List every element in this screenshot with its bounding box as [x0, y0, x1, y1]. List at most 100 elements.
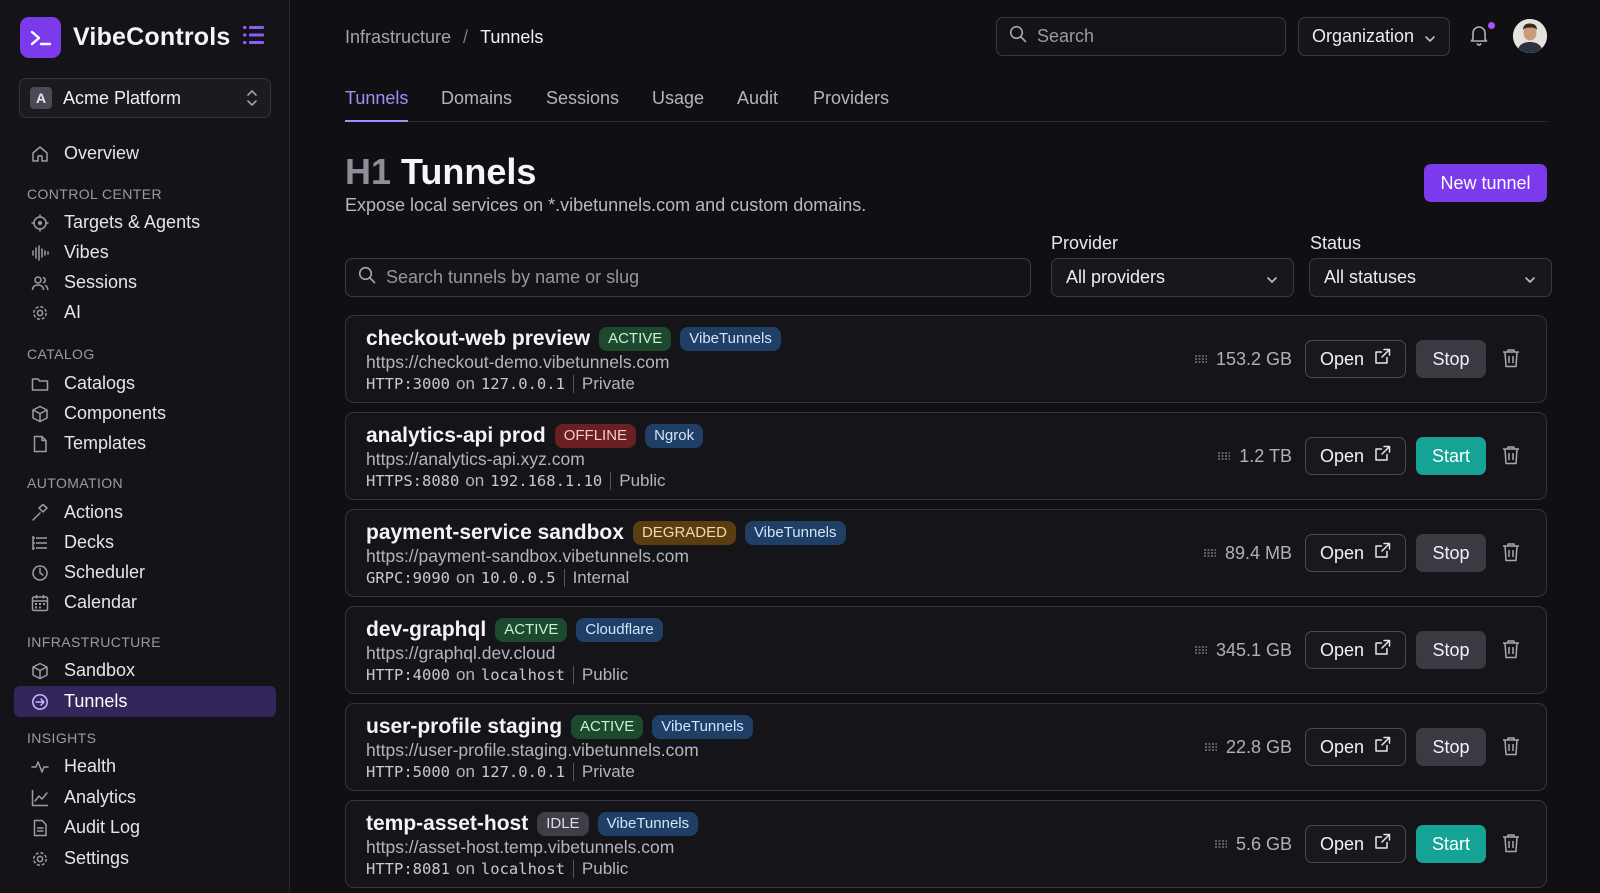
tunnel-url[interactable]: https://payment-sandbox.vibetunnels.com — [366, 546, 689, 567]
start-button[interactable]: Start — [1416, 437, 1486, 475]
target-icon — [30, 213, 50, 233]
stop-button[interactable]: Stop — [1416, 340, 1486, 378]
tab-domains[interactable]: Domains — [441, 88, 512, 122]
tunnel-usage: 22.8 GB — [1204, 737, 1292, 758]
sidebar-item-templates[interactable]: Templates — [14, 428, 276, 459]
tunnel-url[interactable]: https://analytics-api.xyz.com — [366, 449, 585, 470]
sidebar-item-scheduler[interactable]: Scheduler — [14, 557, 276, 588]
tunnel-visibility: Internal — [572, 568, 630, 587]
trash-icon[interactable] — [1502, 348, 1520, 373]
global-search[interactable] — [996, 17, 1286, 56]
tab-sessions[interactable]: Sessions — [546, 88, 619, 122]
external-link-icon — [1374, 833, 1391, 855]
sidebar-item-calendar[interactable]: Calendar — [14, 587, 276, 618]
trash-icon[interactable] — [1502, 736, 1520, 761]
gear-icon — [30, 849, 50, 869]
bandwidth-icon — [1214, 834, 1228, 855]
sidebar-item-audit-log[interactable]: Audit Log — [14, 812, 276, 843]
tunnel-url[interactable]: https://user-profile.staging.vibetunnels… — [366, 740, 699, 761]
tunnel-name[interactable]: analytics-api prod — [366, 424, 546, 448]
sidebar-item-overview[interactable]: Overview — [14, 138, 276, 169]
workspace-switcher[interactable]: A Acme Platform — [19, 78, 271, 118]
sidebar-item-sessions[interactable]: Sessions — [14, 267, 276, 298]
tunnel-visibility: Private — [581, 374, 635, 393]
sidebar-item-components[interactable]: Components — [14, 398, 276, 429]
open-button[interactable]: Open — [1305, 340, 1406, 378]
search-input[interactable] — [1037, 26, 1257, 47]
sidebar-item-tunnels[interactable]: Tunnels — [14, 686, 276, 717]
menu-list-icon[interactable] — [243, 25, 265, 50]
tab-tunnels[interactable]: Tunnels — [345, 88, 409, 122]
tunnel-name[interactable]: temp-asset-host — [366, 812, 528, 836]
tunnel-header: checkout-web preview ACTIVE VibeTunnels — [366, 326, 781, 352]
pulse-icon — [30, 757, 50, 777]
status-select[interactable]: All statuses — [1309, 258, 1552, 297]
stop-button[interactable]: Stop — [1416, 631, 1486, 669]
on-label: on — [456, 665, 475, 684]
tunnel-search[interactable] — [345, 258, 1031, 297]
sidebar-item-targets[interactable]: Targets & Agents — [14, 207, 276, 238]
open-button[interactable]: Open — [1305, 437, 1406, 475]
trash-icon[interactable] — [1502, 833, 1520, 858]
tunnel-card: temp-asset-host IDLE VibeTunnels https:/… — [345, 800, 1547, 888]
open-button-label: Open — [1319, 445, 1365, 466]
sidebar-item-settings[interactable]: Settings — [14, 843, 276, 874]
bell-icon[interactable] — [1469, 24, 1489, 51]
tab-audit[interactable]: Audit — [737, 88, 778, 122]
open-button[interactable]: Open — [1305, 534, 1406, 572]
cog-icon — [30, 303, 50, 323]
list-tree-icon — [30, 533, 50, 553]
trash-icon[interactable] — [1502, 445, 1520, 470]
external-link-icon — [1374, 639, 1391, 661]
stop-button[interactable]: Stop — [1416, 534, 1486, 572]
tunnel-name[interactable]: checkout-web preview — [366, 327, 590, 351]
tunnel-usage: 5.6 GB — [1214, 834, 1292, 855]
open-button[interactable]: Open — [1305, 631, 1406, 669]
provider-badge: VibeTunnels — [744, 521, 846, 545]
workspace-name: Acme Platform — [63, 87, 182, 108]
box-icon — [30, 661, 50, 681]
tunnel-usage: 1.2 TB — [1217, 446, 1292, 467]
sidebar: VibeControls A Acme Platform Overview CO… — [0, 0, 290, 893]
meta-divider — [572, 860, 574, 878]
chevron-down-icon — [1523, 271, 1537, 292]
organization-select[interactable]: Organization — [1298, 17, 1450, 56]
tunnel-name[interactable]: user-profile staging — [366, 715, 562, 739]
open-button[interactable]: Open — [1305, 728, 1406, 766]
usage-value: 153.2 GB — [1215, 349, 1292, 369]
tunnel-meta: HTTP:4000 on localhost Public — [366, 665, 628, 685]
provider-select[interactable]: All providers — [1051, 258, 1294, 297]
sidebar-item-ai[interactable]: AI — [14, 297, 276, 328]
open-button[interactable]: Open — [1305, 825, 1406, 863]
file-icon — [30, 434, 50, 454]
tunnel-name[interactable]: payment-service sandbox — [366, 521, 624, 545]
tunnel-url[interactable]: https://asset-host.temp.vibetunnels.com — [366, 837, 674, 858]
sidebar-item-decks[interactable]: Decks — [14, 527, 276, 558]
sidebar-item-health[interactable]: Health — [14, 751, 276, 782]
trash-icon[interactable] — [1502, 639, 1520, 664]
tab-providers[interactable]: Providers — [813, 88, 889, 122]
sidebar-item-sandbox[interactable]: Sandbox — [14, 655, 276, 686]
start-button[interactable]: Start — [1416, 825, 1486, 863]
user-avatar[interactable] — [1513, 19, 1547, 53]
sidebar-item-catalogs[interactable]: Catalogs — [14, 368, 276, 399]
sidebar-item-label: Actions — [64, 502, 124, 522]
tab-usage[interactable]: Usage — [652, 88, 704, 122]
tunnel-visibility: Public — [581, 859, 629, 878]
tunnel-search-input[interactable] — [386, 267, 986, 288]
open-button-label: Open — [1319, 833, 1365, 854]
sidebar-item-vibes[interactable]: Vibes — [14, 237, 276, 268]
sidebar-item-label: Decks — [64, 532, 115, 552]
open-button-label: Open — [1319, 542, 1365, 563]
breadcrumb-infrastructure[interactable]: Infrastructure — [345, 27, 451, 48]
stop-button[interactable]: Stop — [1416, 728, 1486, 766]
tunnel-url[interactable]: https://graphql.dev.cloud — [366, 643, 555, 664]
brand[interactable]: VibeControls — [20, 17, 231, 58]
tunnel-name[interactable]: dev-graphql — [366, 618, 486, 642]
tunnel-url[interactable]: https://checkout-demo.vibetunnels.com — [366, 352, 670, 373]
usage-value: 89.4 MB — [1224, 543, 1292, 563]
sidebar-item-actions[interactable]: Actions — [14, 497, 276, 528]
new-tunnel-button[interactable]: New tunnel — [1424, 164, 1547, 202]
sidebar-item-analytics[interactable]: Analytics — [14, 782, 276, 813]
trash-icon[interactable] — [1502, 542, 1520, 567]
